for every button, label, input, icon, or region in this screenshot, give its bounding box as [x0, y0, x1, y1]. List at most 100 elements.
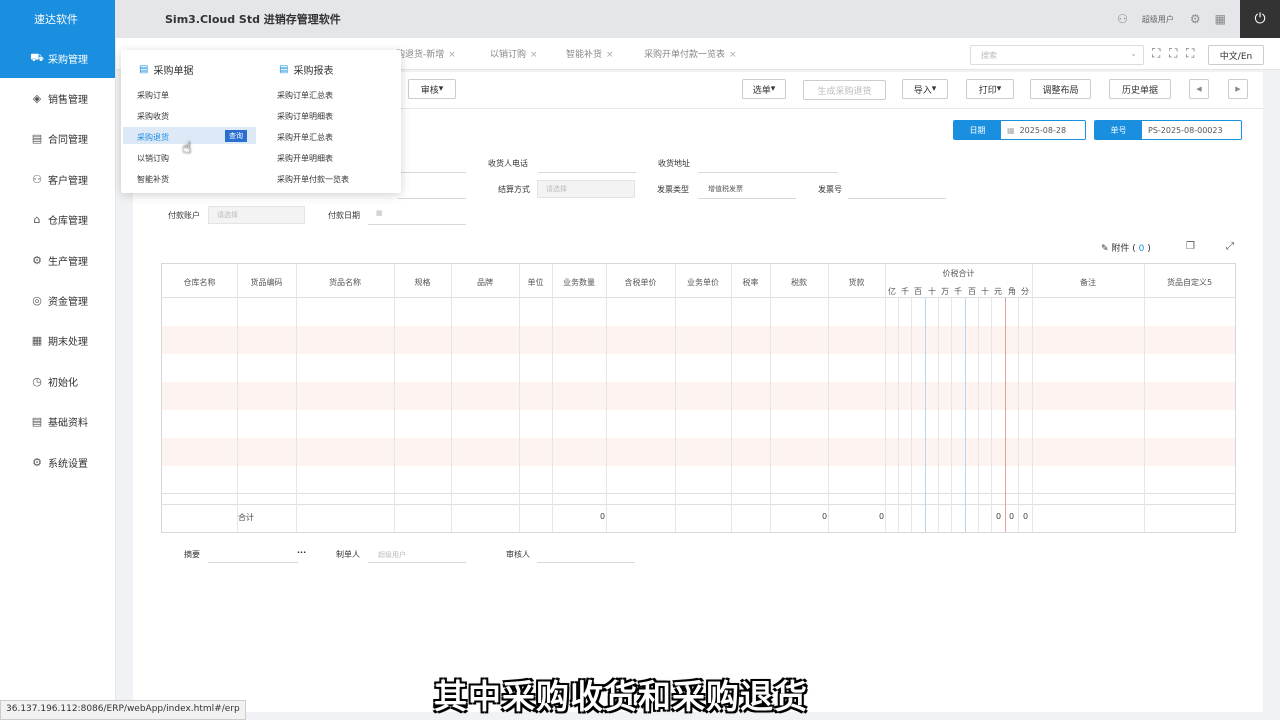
number-field[interactable]: 单号 PS-2025-08-00023 [1094, 120, 1242, 140]
date-value[interactable]: ▦ 2025-08-28 [1001, 121, 1085, 139]
maximize-icon[interactable]: ⤢ [1226, 241, 1234, 252]
user-icon[interactable]: ⚇ [1117, 12, 1128, 26]
fullscreen-icon[interactable]: ⛶ [1152, 46, 1160, 61]
field-underline[interactable] [398, 172, 466, 173]
language-button[interactable]: 中文/En [1208, 45, 1264, 65]
table-row[interactable] [162, 410, 1235, 438]
receiver-phone-input[interactable] [538, 172, 636, 173]
copy-icon[interactable]: ❐ [1186, 241, 1195, 252]
tab-smart-replenish[interactable]: 智能补货 × [566, 47, 614, 60]
col-header-tax-rate: 税率 [742, 278, 759, 287]
table-row[interactable] [162, 438, 1235, 466]
tab-return-new[interactable]: 购退货-新增 × [396, 47, 456, 60]
history-button[interactable]: 历史单据 [1109, 79, 1171, 99]
user-name[interactable]: 超级用户 [1142, 14, 1174, 25]
tab-payment-list[interactable]: 采购开单付款一览表 × [644, 47, 737, 60]
menu-item-payment-list[interactable]: 采购开单付款一览表 [277, 174, 349, 185]
footer-total-fen: 0 [1023, 512, 1029, 521]
sidebar-item-funds[interactable]: ◎ 资金管理 [0, 280, 115, 320]
table-row[interactable] [162, 466, 1235, 494]
hand-cursor-icon: ☝ [182, 138, 192, 157]
sidebar: ⛟ 采购管理 ◈ 销售管理 ▤ 合同管理 ⚇ 客户管理 ⌂ 仓库管理 ⚙ 生产管理 ◎ 资金管… [0, 38, 116, 700]
sidebar-item-basic-data[interactable]: ▤ 基础资料 [0, 402, 115, 442]
audit-button[interactable]: 审核 ▾ [408, 79, 456, 99]
sidebar-item-warehouse[interactable]: ⌂ 仓库管理 [0, 200, 115, 240]
menu-item-invoice-detail[interactable]: 采购开单明细表 [277, 153, 333, 164]
menu-item-purchase-return[interactable]: 采购退货 [137, 132, 169, 143]
search-input[interactable]: 搜索 ⌄ [970, 45, 1144, 65]
close-icon[interactable]: × [606, 50, 614, 60]
power-button[interactable]: ⏻ [1240, 0, 1280, 38]
close-icon[interactable]: × [729, 50, 737, 60]
menu-item-purchase-receive[interactable]: 采购收货 [137, 111, 169, 122]
col-header-remark: 备注 [1080, 278, 1096, 287]
gear-icon[interactable]: ⚙ [1190, 12, 1201, 26]
video-subtitle: 其中采购收货和采购退货 [434, 677, 808, 716]
maker-value: 超级用户 [378, 551, 406, 559]
sidebar-item-label: 基础资料 [48, 418, 88, 430]
field-underline[interactable] [398, 198, 466, 199]
tab-label: 智能补货 [566, 50, 603, 60]
paperclip-icon: ✎ [1101, 244, 1109, 254]
summary-label: 摘要 [184, 550, 200, 559]
date-field[interactable]: 日期 ▦ 2025-08-28 [953, 120, 1086, 140]
attachment-link[interactable]: ✎ 附件 ( 0 ) [1101, 241, 1151, 254]
purchase-dropdown-menu: ▤ 采购单据 ▤ 采购报表 采购订单 采购收货 采购退货 以销订购 智能补货 采购订… [121, 50, 401, 193]
report-icon: ▤ [279, 64, 289, 75]
maker-input [368, 562, 466, 563]
number-value[interactable]: PS-2025-08-00023 [1142, 121, 1241, 139]
print-button[interactable]: 打印 ▾ [966, 79, 1014, 99]
calendar-icon[interactable]: ▦ [376, 209, 383, 217]
sidebar-item-production[interactable]: ⚙ 生产管理 [0, 240, 115, 280]
table-row[interactable] [162, 382, 1235, 410]
expand-icon[interactable]: ⛶ [1186, 46, 1194, 61]
invoice-no-input[interactable] [848, 198, 946, 199]
summary-more-button[interactable]: ... [297, 546, 306, 555]
table-row[interactable] [162, 298, 1235, 326]
menu-item-order-summary[interactable]: 采购订单汇总表 [277, 90, 333, 101]
menu-item-purchase-order[interactable]: 采购订单 [137, 90, 169, 101]
menu-section-docs: ▤ 采购单据 [139, 62, 193, 77]
sidebar-item-contract[interactable]: ▤ 合同管理 [0, 119, 115, 159]
sidebar-item-init[interactable]: ◷ 初始化 [0, 361, 115, 401]
column-divider [296, 264, 297, 532]
adjust-layout-button[interactable]: 调整布局 [1030, 79, 1091, 99]
menu-item-order-by-sales[interactable]: 以销订购 [137, 153, 169, 164]
tab-order-by-sales[interactable]: 以销订购 × [490, 47, 538, 60]
generate-return-button[interactable]: 生成采购退货 [803, 80, 886, 100]
sidebar-item-settings[interactable]: ⚙ 系统设置 [0, 442, 115, 482]
digit-divider [951, 298, 952, 532]
grid-icon[interactable]: ▦ [1215, 12, 1226, 26]
sidebar-item-purchase[interactable]: ⛟ 采购管理 [0, 38, 115, 79]
sidebar-item-sales[interactable]: ◈ 销售管理 [0, 78, 115, 118]
column-divider [885, 264, 886, 532]
table-row[interactable] [162, 354, 1235, 382]
pay-date-input[interactable] [368, 224, 466, 225]
production-icon: ⚙ [32, 253, 42, 267]
menu-item-order-detail[interactable]: 采购订单明细表 [277, 111, 333, 122]
items-table[interactable]: 仓库名称 货品编码 货品名称 规格 品牌 单位 业务数量 含税单价 业务单价 税… [161, 263, 1236, 533]
prev-button[interactable]: ◀ [1189, 79, 1209, 99]
invoice-type-value[interactable]: 增值税发票 [708, 184, 743, 194]
sidebar-item-period-end[interactable]: ▦ 期末处理 [0, 321, 115, 361]
column-divider [828, 264, 829, 532]
invoice-type-input[interactable] [698, 198, 796, 199]
table-row[interactable] [162, 326, 1235, 354]
pay-date-label: 付款日期 [328, 211, 360, 220]
settlement-select[interactable]: 请选择 [537, 180, 635, 198]
menu-item-smart-replenish[interactable]: 智能补货 [137, 174, 169, 185]
sidebar-item-customer[interactable]: ⚇ 客户管理 [0, 159, 115, 199]
close-icon[interactable]: × [530, 50, 538, 60]
audit-label: 审核 [420, 85, 439, 96]
sidebar-item-label: 初始化 [48, 377, 78, 389]
select-doc-button[interactable]: 选单 ▾ [742, 79, 786, 99]
import-button[interactable]: 导入 ▾ [902, 79, 948, 99]
screenshot-icon[interactable]: ⛶ [1169, 46, 1177, 61]
close-icon[interactable]: × [448, 50, 456, 60]
col-header-spec: 规格 [414, 278, 431, 287]
summary-input[interactable] [208, 562, 298, 563]
pay-account-select[interactable]: 请选择 [208, 206, 305, 224]
receiver-address-input[interactable] [698, 172, 838, 173]
next-button[interactable]: ▶ [1228, 79, 1248, 99]
menu-item-invoice-summary[interactable]: 采购开单汇总表 [277, 132, 333, 143]
